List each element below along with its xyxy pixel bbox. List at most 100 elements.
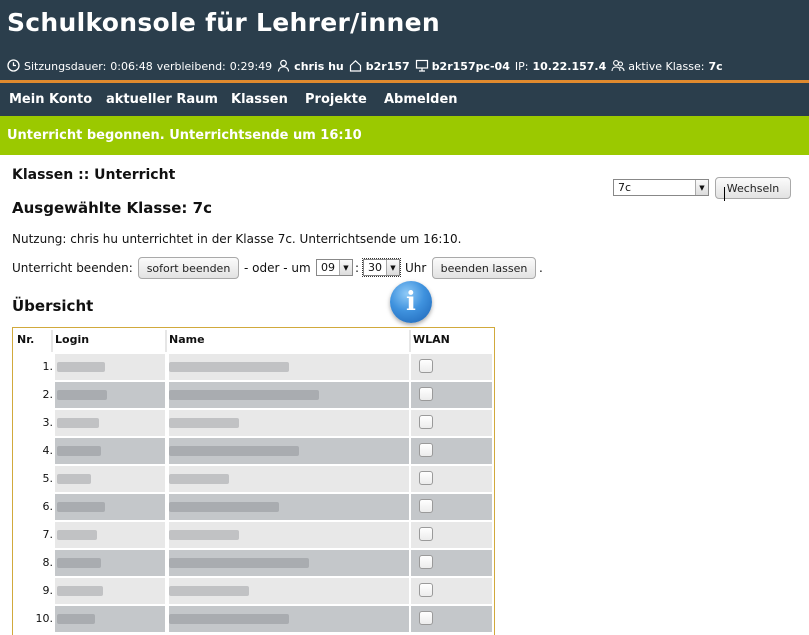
nav-item-aktueller-raum[interactable]: aktueller Raum xyxy=(106,92,218,107)
minute-select[interactable]: 30 ▼ xyxy=(362,258,401,277)
session-duration-label: Sitzungsdauer: xyxy=(24,59,107,73)
redacted-name xyxy=(169,502,279,512)
session-remaining: 0:29:49 xyxy=(229,59,273,73)
app-title: Schulkonsole für Lehrer/innen xyxy=(7,8,440,37)
wlan-checkbox[interactable] xyxy=(419,555,433,569)
column-name: Name xyxy=(169,333,205,346)
group-icon xyxy=(611,59,625,73)
row-number: 1. xyxy=(42,360,54,373)
wlan-checkbox[interactable] xyxy=(419,471,433,485)
redacted-login xyxy=(57,530,97,540)
row-number: 4. xyxy=(42,444,54,457)
name-cell xyxy=(169,522,409,548)
login-cell xyxy=(55,466,165,492)
redacted-login xyxy=(57,390,107,400)
row-number: 2. xyxy=(42,388,54,401)
computer-icon xyxy=(415,59,429,73)
login-cell xyxy=(55,606,165,632)
session-host: b2r157pc-04 xyxy=(431,59,510,73)
name-cell xyxy=(169,410,409,436)
redacted-login xyxy=(57,418,99,428)
switch-class-button[interactable]: Wechseln xyxy=(715,177,791,199)
wlan-checkbox[interactable] xyxy=(419,611,433,625)
redacted-login xyxy=(57,614,95,624)
name-cell xyxy=(169,494,409,520)
nav-item-mein-konto[interactable]: Mein Konto xyxy=(9,92,92,107)
redacted-login xyxy=(57,474,91,484)
wlan-checkbox[interactable] xyxy=(419,359,433,373)
active-class: 7c xyxy=(708,59,723,73)
hour-select[interactable]: 09 ▼ xyxy=(316,259,353,276)
session-ip: 10.22.157.4 xyxy=(532,59,607,73)
redacted-name xyxy=(169,558,309,568)
row-number: 5. xyxy=(42,472,54,485)
redacted-login xyxy=(57,446,101,456)
chevron-down-icon: ▼ xyxy=(695,180,708,195)
wlan-checkbox[interactable] xyxy=(419,527,433,541)
redacted-name xyxy=(169,474,229,484)
wlan-checkbox[interactable] xyxy=(419,583,433,597)
session-user: chris hu xyxy=(294,59,344,73)
redacted-login xyxy=(57,502,105,512)
table-row: 8. xyxy=(15,550,492,576)
end-at-time-button[interactable]: beenden lassen xyxy=(432,257,536,279)
name-cell xyxy=(169,466,409,492)
name-cell xyxy=(169,550,409,576)
chevron-down-icon: ▼ xyxy=(339,260,352,275)
redacted-login xyxy=(57,586,103,596)
redacted-name xyxy=(169,362,289,372)
nav-item-abmelden[interactable]: Abmelden xyxy=(384,92,458,107)
status-banner: Unterricht begonnen. Unterrichtsende um … xyxy=(0,116,809,155)
table-header: Nr. Login Name WLAN xyxy=(13,328,494,354)
selected-class-heading: Ausgewählte Klasse: 7c xyxy=(12,199,212,217)
user-icon xyxy=(277,59,291,73)
clock-icon xyxy=(7,59,21,73)
name-cell xyxy=(169,578,409,604)
table-row: 2. xyxy=(15,382,492,408)
column-divider xyxy=(409,330,411,352)
session-room: b2r157 xyxy=(365,59,410,73)
redacted-name xyxy=(169,614,289,624)
column-divider xyxy=(51,330,53,352)
uhr-label: Uhr xyxy=(405,261,427,275)
redacted-name xyxy=(169,446,299,456)
login-cell xyxy=(55,494,165,520)
room-icon xyxy=(349,59,363,73)
name-cell xyxy=(169,354,409,380)
wlan-checkbox[interactable] xyxy=(419,443,433,457)
or-at-label: - oder - um xyxy=(244,261,311,275)
login-cell xyxy=(55,354,165,380)
end-now-button[interactable]: sofort beenden xyxy=(138,257,239,279)
chevron-down-icon: ▼ xyxy=(386,260,399,275)
session-duration: 0:06:48 xyxy=(110,59,153,73)
nav-item-projekte[interactable]: Projekte xyxy=(305,92,367,107)
wlan-checkbox[interactable] xyxy=(419,387,433,401)
student-table: Nr. Login Name WLAN 1. 2. 3. 4. 5. 6. 7. 8. 9. 10… xyxy=(12,327,495,635)
table-row: 1. xyxy=(15,354,492,380)
wlan-checkbox[interactable] xyxy=(419,415,433,429)
table-row: 5. xyxy=(15,466,492,492)
row-number: 10. xyxy=(35,612,54,625)
info-icon[interactable]: i xyxy=(390,281,432,323)
active-class-label: aktive Klasse: xyxy=(628,59,705,73)
table-row: 9. xyxy=(15,578,492,604)
row-number: 9. xyxy=(42,584,54,597)
wlan-checkbox[interactable] xyxy=(419,499,433,513)
name-cell xyxy=(169,606,409,632)
session-info-bar: Sitzungsdauer: 0:06:48 verbleibend: 0:29… xyxy=(7,59,728,73)
redacted-name xyxy=(169,418,239,428)
redacted-login xyxy=(57,558,101,568)
login-cell xyxy=(55,382,165,408)
nav-item-klassen[interactable]: Klassen xyxy=(231,92,288,107)
breadcrumb: Klassen :: Unterricht xyxy=(12,167,176,183)
login-cell xyxy=(55,438,165,464)
class-select-value: 7c xyxy=(618,181,632,194)
table-row: 3. xyxy=(15,410,492,436)
redacted-login xyxy=(57,362,105,372)
table-row: 7. xyxy=(15,522,492,548)
text-cursor xyxy=(724,187,725,201)
class-select[interactable]: 7c ▼ xyxy=(613,179,709,196)
time-colon: : xyxy=(355,261,360,275)
login-cell xyxy=(55,550,165,576)
ip-label: IP: xyxy=(514,59,529,73)
